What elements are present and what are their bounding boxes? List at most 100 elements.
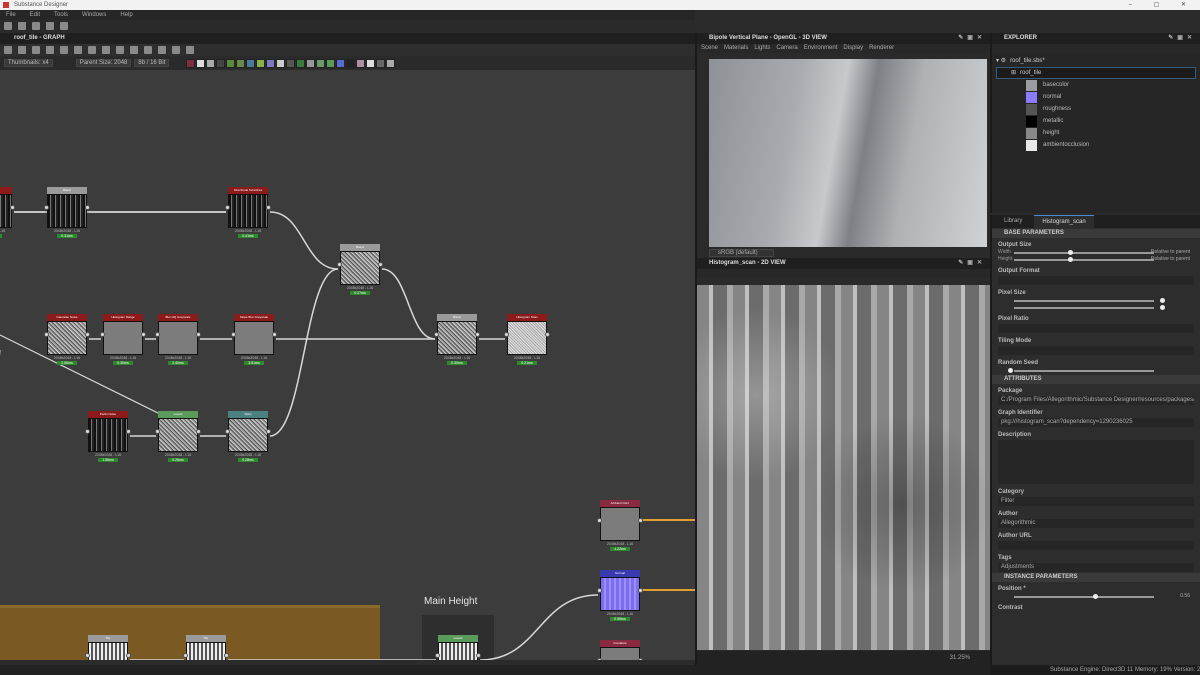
graph-node[interactable]: Blend 2048x2048 - L16 0.30ms [434,314,480,365]
graph-tool-icon[interactable] [74,46,82,54]
graph-tool-icon[interactable] [46,46,54,54]
output-pin[interactable] [476,653,481,658]
output-pin[interactable] [196,332,201,337]
menu-lights[interactable]: Lights [754,44,770,53]
graph-identifier[interactable]: pkg:///histogram_scan?dependency=1290236… [998,418,1194,427]
graph-tool-icon[interactable] [172,46,180,54]
output-pin[interactable] [638,588,643,593]
output-pin[interactable] [266,429,271,434]
graph-node[interactable]: Directional Scratches 2048x2048 - L16 0.41… [225,187,271,238]
menu-tools[interactable]: Tools [54,10,68,20]
graph-canvas[interactable]: Main Height 2048x2048 - L160.12msBlend20… [0,70,695,660]
panel-controls[interactable]: ✎▣✕ [958,33,986,44]
input-pin[interactable] [85,653,90,658]
save-icon[interactable] [46,22,54,30]
graph-node[interactable]: Tile [85,635,131,660]
node-shortcut-icon[interactable] [386,58,396,68]
node-shortcut-icon[interactable] [316,58,326,68]
node-shortcut-icon[interactable] [236,58,246,68]
graph-output-item[interactable]: normal [996,91,1196,103]
menu-camera[interactable]: Camera [776,44,797,53]
node-shortcut-icon[interactable] [296,58,306,68]
node-shortcut-icon[interactable] [246,58,256,68]
node-shortcut-icon[interactable] [326,58,336,68]
output-pin[interactable] [272,332,277,337]
output-pin[interactable] [196,429,201,434]
package-item[interactable]: ▾ ⚙ roof_tile.sbs* [996,55,1196,67]
input-pin[interactable] [504,332,509,337]
node-shortcut-icon[interactable] [206,58,216,68]
graph-output-item[interactable]: roughness [996,103,1196,115]
node-shortcut-icon[interactable] [216,58,226,68]
node-shortcut-icon[interactable] [336,58,346,68]
output-pin[interactable] [545,332,550,337]
input-pin[interactable] [225,205,230,210]
graph-output-item[interactable]: height [996,127,1196,139]
input-pin[interactable] [337,262,342,267]
graph-tool-icon[interactable] [32,46,40,54]
menu-renderer[interactable]: Renderer [869,44,894,53]
pixel-size-height-slider[interactable] [998,305,1194,311]
author-url-field[interactable] [998,541,1194,550]
new-graph-icon[interactable] [18,22,26,30]
input-pin[interactable] [597,518,602,523]
graph-node[interactable]: Normal 2048x2048 - L16 0.55ms [597,570,643,621]
graph-tool-icon[interactable] [158,46,166,54]
graph-tool-icon[interactable] [88,46,96,54]
menu-scene[interactable]: Scene [701,44,718,53]
output-pin[interactable] [126,429,131,434]
panel-controls[interactable]: ✎▣✕ [1168,33,1196,44]
node-shortcut-icon[interactable] [356,58,366,68]
zoom-level[interactable]: 31.25% [950,655,970,661]
graph-node[interactable]: 2048x2048 - L160.12ms [0,187,15,238]
output-pin[interactable] [85,205,90,210]
pixel-size-width-slider[interactable] [998,298,1194,304]
base-parameters-section[interactable]: BASE PARAMETERS [992,229,1200,238]
node-shortcut-icon[interactable] [346,58,356,68]
graph-node[interactable]: Blur HQ Grayscale 2048x2048 - L16 2.40ms [155,314,201,365]
graph-tool-icon[interactable] [130,46,138,54]
graph-tool-icon[interactable] [18,46,26,54]
node-shortcut-icon[interactable] [266,58,276,68]
output-pin[interactable] [10,205,15,210]
tiling-mode-select[interactable] [998,346,1194,355]
tab-histogram-scan[interactable]: Histogram_scan [1034,215,1094,228]
graph-tool-icon[interactable] [186,46,194,54]
attributes-section[interactable]: ATTRIBUTES [992,375,1200,384]
menu-edit[interactable]: Edit [30,10,40,20]
input-pin[interactable] [85,429,90,434]
input-pin[interactable] [183,653,188,658]
node-shortcut-icon[interactable] [366,58,376,68]
menu-help[interactable]: Help [120,10,132,20]
graph-tool-icon[interactable] [60,46,68,54]
input-pin[interactable] [100,332,105,337]
node-shortcut-icon[interactable] [226,58,236,68]
2d-texture-viewport[interactable] [697,285,990,650]
random-seed-slider[interactable] [998,368,1194,374]
tags-field[interactable]: Adjustments [998,563,1194,572]
node-shortcut-icon[interactable] [376,58,386,68]
graph-node[interactable]: Levels [435,635,481,660]
colorspace-select[interactable]: sRGB (default) [709,249,774,257]
parent-size-select[interactable]: Parent Size: 2048 [75,59,132,67]
thumbnail-size-select[interactable]: Thumbnails: x4 [4,59,53,67]
menu-environment[interactable]: Environment [804,44,838,53]
graph-output-item[interactable]: metallic [996,115,1196,127]
description-field[interactable] [998,440,1194,484]
node-shortcut-icon[interactable] [276,58,286,68]
author-field[interactable]: Allegorithmic [998,519,1194,528]
menu-materials[interactable]: Materials [724,44,748,53]
input-pin[interactable] [155,429,160,434]
window-controls[interactable]: – ▢ ✕ [1129,0,1196,10]
output-pin[interactable] [224,653,229,658]
menu-display[interactable]: Display [843,44,863,53]
graph-node[interactable]: Curvature [597,640,643,660]
input-pin[interactable] [231,332,236,337]
output-pin[interactable] [266,205,271,210]
graph-tool-icon[interactable] [116,46,124,54]
node-shortcut-icon[interactable] [186,58,196,68]
new-package-icon[interactable] [4,22,12,30]
node-shortcut-icon[interactable] [306,58,316,68]
graph-tool-icon[interactable] [4,46,12,54]
node-shortcut-icon[interactable] [256,58,266,68]
